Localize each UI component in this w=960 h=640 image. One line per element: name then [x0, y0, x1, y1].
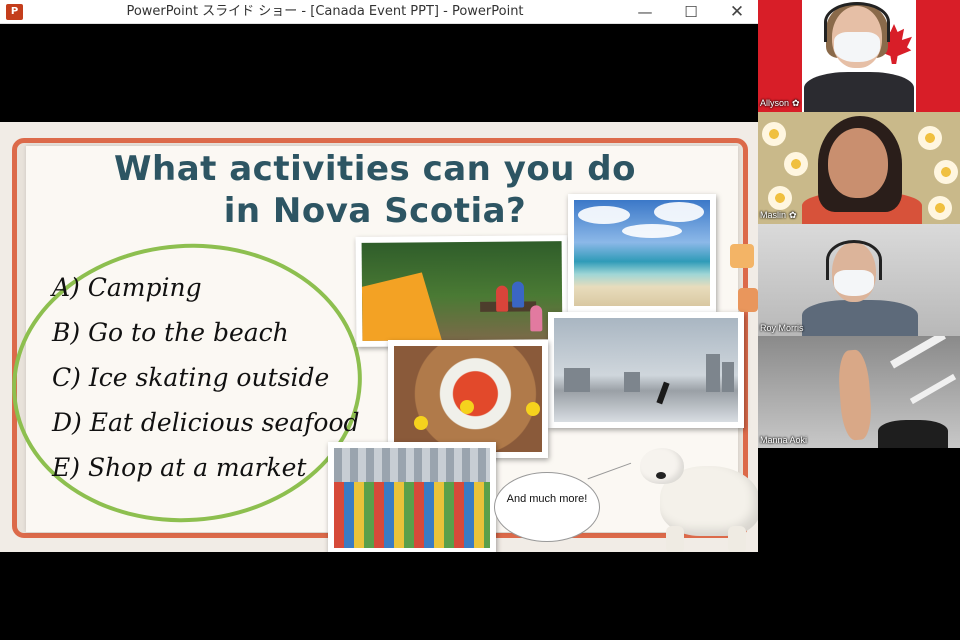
face: [828, 128, 888, 198]
bear-leg: [666, 526, 684, 552]
flower-shape: [918, 126, 942, 150]
building-shape: [624, 372, 640, 392]
ceiling-light: [890, 336, 946, 369]
flag-band-left: [758, 0, 802, 112]
flower-shape: [934, 160, 958, 184]
answer-item: A) Camping: [52, 273, 202, 302]
flower-shape: [928, 196, 952, 220]
shoulders: [804, 72, 914, 112]
person-shape: [495, 285, 509, 312]
title-bar[interactable]: P PowerPoint スライド ショー - [Canada Event PP…: [0, 0, 758, 24]
close-button[interactable]: ✕: [714, 0, 760, 24]
flower-shape: [762, 122, 786, 146]
window-title: PowerPoint スライド ショー - [Canada Event PPT]…: [126, 4, 524, 19]
notebook-tab-decoration: [730, 244, 754, 268]
headset-icon: [826, 240, 882, 280]
cloud-shape: [654, 202, 704, 222]
mic-icon: ✿: [789, 210, 797, 220]
raised-hands: [836, 349, 874, 441]
ceiling-light: [909, 373, 957, 405]
participant-name: Maslin ✿: [760, 210, 797, 220]
video-gallery: Allyson ✿ Maslin ✿ Roy Morris Manna Aoki: [758, 0, 960, 448]
participant-tile[interactable]: Allyson ✿: [758, 0, 960, 112]
polar-bear-image: [636, 444, 758, 552]
seafood-photo: [388, 340, 548, 458]
camping-photo: [355, 235, 569, 347]
cloud-shape: [622, 224, 682, 238]
answer-item: C) Ice skating outside: [52, 363, 330, 392]
beach-photo: [568, 194, 716, 312]
person-shape: [530, 305, 543, 332]
mic-icon: ✿: [792, 98, 800, 108]
flower-shape: [768, 186, 792, 210]
minimize-button[interactable]: —: [622, 0, 668, 24]
tent-shape: [362, 272, 443, 341]
bear-nose: [656, 472, 666, 479]
lemon-shape: [414, 416, 428, 430]
answer-item: E) Shop at a market: [52, 453, 307, 482]
bear-head: [640, 448, 684, 484]
market-photo: [328, 442, 496, 552]
notebook-tab-decoration: [738, 288, 758, 312]
slide[interactable]: What activities can you do in Nova Scoti…: [0, 122, 758, 552]
flag-band-right: [916, 0, 960, 112]
participant-name: Allyson ✿: [760, 98, 800, 108]
participant-tile[interactable]: Roy Morris: [758, 224, 960, 336]
answer-item: B) Go to the beach: [52, 318, 289, 347]
maximize-button[interactable]: ☐: [668, 0, 714, 24]
shoulders: [802, 300, 918, 336]
participant-name: Manna Aoki: [760, 435, 808, 445]
shoulders: [878, 420, 948, 448]
flower-shape: [784, 152, 808, 176]
building-shape: [706, 354, 720, 392]
building-shape: [564, 368, 590, 392]
powerpoint-window: P PowerPoint スライド ショー - [Canada Event PP…: [0, 0, 758, 640]
participant-tile[interactable]: Maslin ✿: [758, 112, 960, 224]
building-shape: [722, 362, 734, 392]
answer-item: D) Eat delicious seafood: [52, 408, 360, 437]
bear-leg: [728, 526, 746, 552]
participant-name: Roy Morris: [760, 323, 804, 333]
person-shape: [511, 281, 525, 308]
speech-bubble: And much more!: [494, 472, 600, 542]
skater-shape: [656, 381, 670, 405]
participant-tile[interactable]: Manna Aoki: [758, 336, 960, 448]
market-roof-shape: [334, 448, 490, 482]
cloud-shape: [578, 206, 630, 224]
headset-icon: [824, 2, 890, 42]
lemon-shape: [526, 402, 540, 416]
answer-list: A) Camping B) Go to the beach C) Ice ska…: [52, 265, 360, 490]
lemon-shape: [460, 400, 474, 414]
ice-skating-photo: [548, 312, 744, 428]
